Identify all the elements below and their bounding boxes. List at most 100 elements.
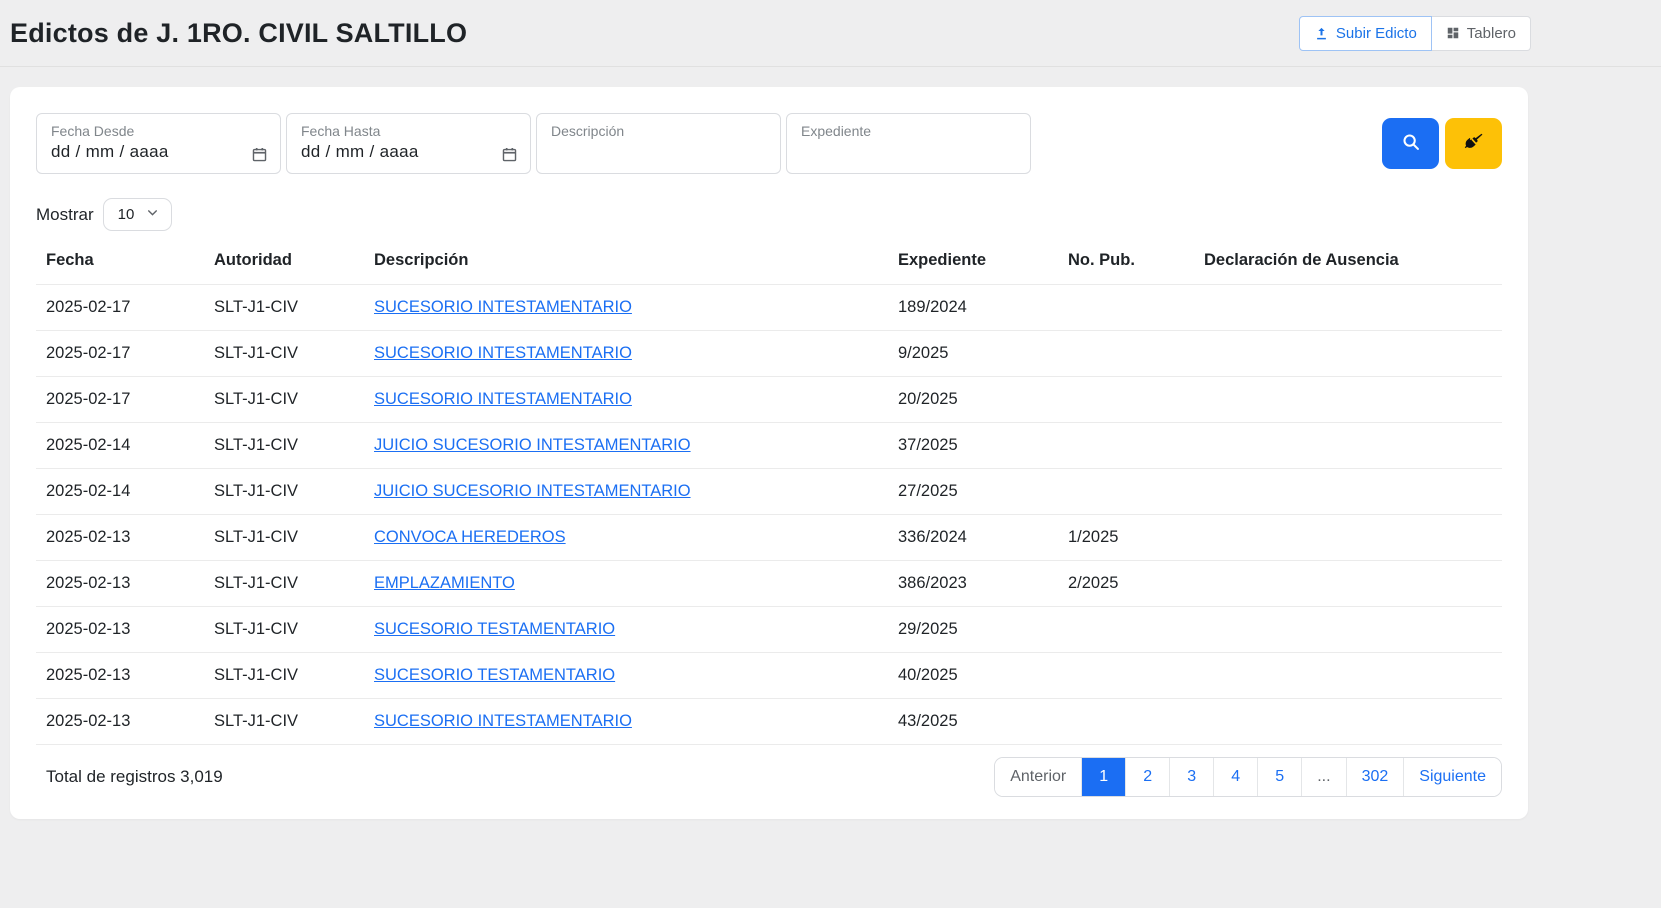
declaracion-cell: [1194, 423, 1502, 469]
content-card: Fecha Desde dd / mm / aaaa Fecha Hasta d…: [10, 87, 1528, 819]
no-pub-cell: [1058, 377, 1194, 423]
upload-edict-button[interactable]: Subir Edicto: [1299, 16, 1432, 51]
fecha-cell: 2025-02-13: [36, 515, 204, 561]
declaracion-cell: [1194, 561, 1502, 607]
expediente-cell: 20/2025: [888, 377, 1058, 423]
upload-edict-label: Subir Edicto: [1336, 25, 1417, 42]
expediente-cell: 336/2024: [888, 515, 1058, 561]
page-size-select[interactable]: 10: [103, 198, 173, 231]
expediente-cell: 37/2025: [888, 423, 1058, 469]
descripcion-input[interactable]: Descripción: [536, 113, 781, 174]
board-label: Tablero: [1467, 25, 1516, 42]
col-header-declaracion: Declaración de Ausencia: [1194, 241, 1502, 285]
total-records-label: Total de registros 3,019: [46, 767, 223, 787]
expediente-cell: 9/2025: [888, 331, 1058, 377]
pagination-item-5[interactable]: 5: [1257, 758, 1301, 796]
descripcion-cell: SUCESORIO INTESTAMENTARIO: [364, 377, 888, 423]
edict-description-link[interactable]: SUCESORIO TESTAMENTARIO: [374, 666, 615, 684]
filter-bar: Fecha Desde dd / mm / aaaa Fecha Hasta d…: [36, 113, 1502, 174]
descripcion-cell: SUCESORIO INTESTAMENTARIO: [364, 285, 888, 331]
table-row: 2025-02-14SLT-J1-CIVJUICIO SUCESORIO INT…: [36, 423, 1502, 469]
edicts-table: Fecha Autoridad Descripción Expediente N…: [36, 241, 1502, 744]
edict-description-link[interactable]: SUCESORIO INTESTAMENTARIO: [374, 344, 632, 362]
table-row: 2025-02-17SLT-J1-CIVSUCESORIO INTESTAMEN…: [36, 331, 1502, 377]
pagination-item--: ...: [1301, 758, 1345, 796]
fecha-desde-label: Fecha Desde: [51, 123, 268, 139]
header-button-group: Subir Edicto Tablero: [1299, 16, 1531, 51]
autoridad-cell: SLT-J1-CIV: [204, 561, 364, 607]
page-title: Edictos de J. 1RO. CIVIL SALTILLO: [10, 18, 467, 49]
declaracion-cell: [1194, 469, 1502, 515]
table-row: 2025-02-13SLT-J1-CIV EMPLAZAMIENTO 386/202…: [36, 561, 1502, 607]
pagination-item-2[interactable]: 2: [1125, 758, 1169, 796]
calendar-icon[interactable]: [251, 146, 268, 168]
descripcion-cell: JUICIO SUCESORIO INTESTAMENTARIO: [364, 423, 888, 469]
page-header: Edictos de J. 1RO. CIVIL SALTILLO Subir …: [0, 0, 1661, 67]
board-button[interactable]: Tablero: [1432, 16, 1531, 51]
declaracion-cell: [1194, 699, 1502, 745]
pagination-item-1[interactable]: 1: [1081, 758, 1125, 796]
edict-description-link[interactable]: CONVOCA HEREDEROS: [374, 528, 566, 546]
fecha-cell: 2025-02-13: [36, 607, 204, 653]
pagination: Anterior12345...302Siguiente: [994, 757, 1502, 797]
chevron-down-icon: [146, 206, 159, 223]
fecha-cell: 2025-02-14: [36, 469, 204, 515]
descripcion-cell: SUCESORIO TESTAMENTARIO: [364, 653, 888, 699]
edict-description-link[interactable]: JUICIO SUCESORIO INTESTAMENTARIO: [374, 482, 691, 500]
fecha-hasta-input[interactable]: Fecha Hasta dd / mm / aaaa: [286, 113, 531, 174]
declaracion-cell: [1194, 285, 1502, 331]
pagination-item-siguiente[interactable]: Siguiente: [1403, 758, 1501, 796]
edict-description-link[interactable]: EMPLAZAMIENTO: [374, 574, 515, 592]
declaracion-cell: [1194, 607, 1502, 653]
no-pub-cell: [1058, 699, 1194, 745]
table-row: 2025-02-13SLT-J1-CIVSUCESORIO INTESTAMEN…: [36, 699, 1502, 745]
pagination-item-302[interactable]: 302: [1346, 758, 1404, 796]
expediente-input[interactable]: Expediente: [786, 113, 1031, 174]
table-row: 2025-02-13SLT-J1-CIV SUCESORIO TESTAMENTA…: [36, 653, 1502, 699]
table-row: 2025-02-13SLT-J1-CIVCONVOCA HEREDEROS336…: [36, 515, 1502, 561]
declaracion-cell: [1194, 377, 1502, 423]
descripcion-label: Descripción: [551, 123, 768, 139]
pagination-item-4[interactable]: 4: [1213, 758, 1257, 796]
table-row: 2025-02-17SLT-J1-CIVSUCESORIO INTESTAMEN…: [36, 285, 1502, 331]
fecha-hasta-label: Fecha Hasta: [301, 123, 518, 139]
clear-filters-button[interactable]: [1445, 118, 1502, 169]
no-pub-cell: [1058, 285, 1194, 331]
descripcion-cell: CONVOCA HEREDEROS: [364, 515, 888, 561]
table-row: 2025-02-13SLT-J1-CIV SUCESORIO TESTAMENTA…: [36, 607, 1502, 653]
fecha-cell: 2025-02-13: [36, 653, 204, 699]
no-pub-cell: [1058, 607, 1194, 653]
expediente-cell: 29/2025: [888, 607, 1058, 653]
edict-description-link[interactable]: JUICIO SUCESORIO INTESTAMENTARIO: [374, 436, 691, 454]
no-pub-cell: [1058, 653, 1194, 699]
table-row: 2025-02-14SLT-J1-CIV JUICIO SUCESORIO INT…: [36, 469, 1502, 515]
fecha-cell: 2025-02-17: [36, 285, 204, 331]
edict-description-link[interactable]: SUCESORIO TESTAMENTARIO: [374, 620, 615, 638]
fecha-cell: 2025-02-17: [36, 331, 204, 377]
edict-description-link[interactable]: SUCESORIO INTESTAMENTARIO: [374, 298, 632, 316]
autoridad-cell: SLT-J1-CIV: [204, 469, 364, 515]
autoridad-cell: SLT-J1-CIV: [204, 653, 364, 699]
search-button[interactable]: [1382, 118, 1439, 169]
no-pub-cell: 1/2025: [1058, 515, 1194, 561]
pagination-item-3[interactable]: 3: [1169, 758, 1213, 796]
autoridad-cell: SLT-J1-CIV: [204, 377, 364, 423]
descripcion-cell: SUCESORIO INTESTAMENTARIO: [364, 699, 888, 745]
mostrar-label: Mostrar: [36, 205, 94, 225]
edict-description-link[interactable]: SUCESORIO INTESTAMENTARIO: [374, 390, 632, 408]
edict-description-link[interactable]: SUCESORIO INTESTAMENTARIO: [374, 712, 632, 730]
broom-icon: [1463, 131, 1485, 156]
fecha-cell: 2025-02-13: [36, 561, 204, 607]
autoridad-cell: SLT-J1-CIV: [204, 607, 364, 653]
expediente-cell: 386/2023: [888, 561, 1058, 607]
col-header-autoridad: Autoridad: [204, 241, 364, 285]
table-header-row: Fecha Autoridad Descripción Expediente N…: [36, 241, 1502, 285]
fecha-desde-input[interactable]: Fecha Desde dd / mm / aaaa: [36, 113, 281, 174]
fecha-cell: 2025-02-14: [36, 423, 204, 469]
fecha-cell: 2025-02-17: [36, 377, 204, 423]
upload-icon: [1314, 26, 1329, 41]
fecha-desde-value: dd / mm / aaaa: [51, 142, 169, 161]
expediente-label: Expediente: [801, 123, 1018, 139]
descripcion-cell: EMPLAZAMIENTO: [364, 561, 888, 607]
calendar-icon[interactable]: [501, 146, 518, 168]
